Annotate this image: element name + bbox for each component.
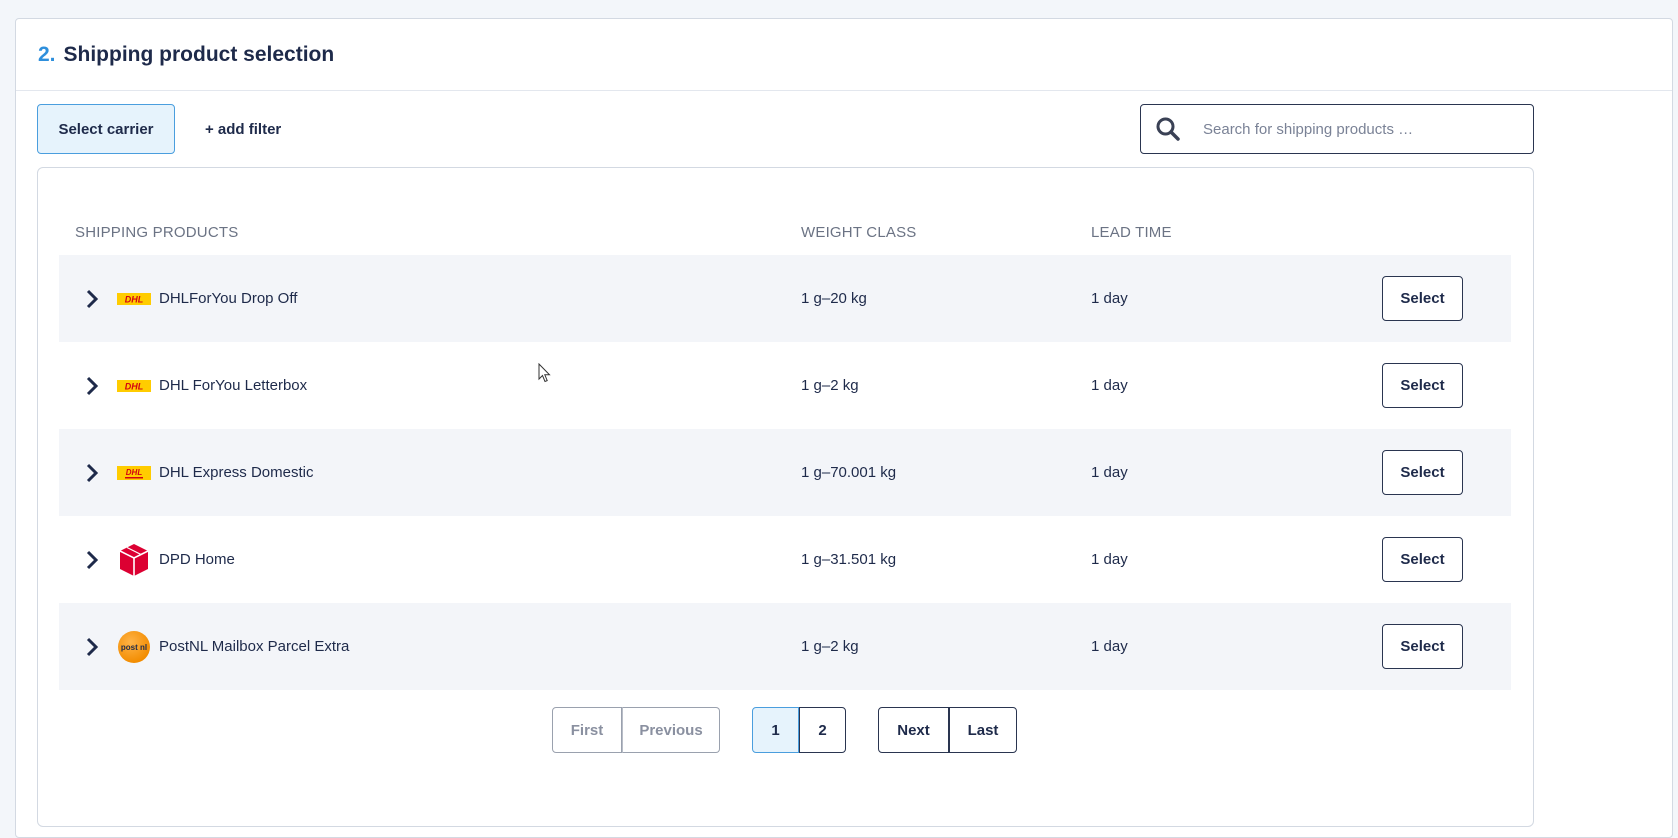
next-page-button[interactable]: Next xyxy=(878,707,949,753)
pagination: First Previous xyxy=(552,707,720,753)
panel-header: 2. Shipping product selection xyxy=(16,19,1672,91)
select-button[interactable]: Select xyxy=(1382,363,1463,408)
select-button[interactable]: Select xyxy=(1382,276,1463,321)
page-1-button[interactable]: 1 xyxy=(752,707,799,753)
dhl-logo-icon: DHL xyxy=(117,282,151,316)
weight-class: 1 g–20 kg xyxy=(801,290,867,307)
mouse-cursor-icon xyxy=(538,363,551,383)
select-button[interactable]: Select xyxy=(1382,450,1463,495)
weight-class: 1 g–31.501 kg xyxy=(801,551,897,568)
dhl-logo-text: DHL xyxy=(125,294,144,304)
dpd-logo-icon xyxy=(117,543,151,577)
weight-class: 1 g–2 kg xyxy=(801,638,859,655)
chevron-right-icon[interactable] xyxy=(85,375,99,397)
last-page-button[interactable]: Last xyxy=(949,707,1017,753)
postnl-logo-icon: post nl xyxy=(117,630,151,664)
column-header-shipping-products: SHIPPING PRODUCTS xyxy=(75,224,239,241)
product-name: DPD Home xyxy=(159,551,235,568)
search-box[interactable] xyxy=(1140,104,1534,154)
select-button[interactable]: Select xyxy=(1382,537,1463,582)
chevron-right-icon[interactable] xyxy=(85,549,99,571)
search-icon xyxy=(1156,117,1180,141)
dhl-logo-icon: DHL xyxy=(117,369,151,403)
column-header-weight-class: WEIGHT CLASS xyxy=(801,224,917,241)
select-button[interactable]: Select xyxy=(1382,624,1463,669)
step-number: 2. xyxy=(38,42,56,66)
product-name: DHLForYou Drop Off xyxy=(159,290,298,307)
select-carrier-button[interactable]: Select carrier xyxy=(37,104,175,154)
table-row: DHL DHL ForYou Letterbox 1 g–2 kg 1 day … xyxy=(59,342,1511,429)
lead-time: 1 day xyxy=(1091,377,1128,394)
table-body: DHL DHLForYou Drop Off 1 g–20 kg 1 day S… xyxy=(59,255,1511,690)
product-name: DHL ForYou Letterbox xyxy=(159,377,308,394)
first-page-button[interactable]: First xyxy=(552,707,622,753)
add-filter-button[interactable]: + add filter xyxy=(205,104,281,154)
weight-class: 1 g–2 kg xyxy=(801,377,859,394)
dhl-logo-text: DHL xyxy=(126,468,143,477)
lead-time: 1 day xyxy=(1091,551,1128,568)
page-title: Shipping product selection xyxy=(63,42,335,66)
lead-time: 1 day xyxy=(1091,464,1128,481)
previous-page-button[interactable]: Previous xyxy=(622,707,720,753)
chevron-right-icon[interactable] xyxy=(85,462,99,484)
lead-time: 1 day xyxy=(1091,638,1128,655)
table-row: DPD Home 1 g–31.501 kg 1 day Select xyxy=(59,516,1511,603)
table-row: post nl PostNL Mailbox Parcel Extra 1 g–… xyxy=(59,603,1511,690)
column-header-lead-time: LEAD TIME xyxy=(1091,224,1172,241)
table-row: DHL DHLForYou Drop Off 1 g–20 kg 1 day S… xyxy=(59,255,1511,342)
chevron-right-icon[interactable] xyxy=(85,288,99,310)
weight-class: 1 g–70.001 kg xyxy=(801,464,897,481)
search-input[interactable] xyxy=(1201,109,1521,149)
page-numbers: 1 2 xyxy=(752,707,846,753)
page-2-button[interactable]: 2 xyxy=(799,707,846,753)
lead-time: 1 day xyxy=(1091,290,1128,307)
filter-toolbar: Select carrier + add filter xyxy=(37,104,1534,154)
table-row: DHL DHL Express Domestic 1 g–70.001 kg 1… xyxy=(59,429,1511,516)
product-name: DHL Express Domestic xyxy=(159,464,314,481)
dhl-logo-text: DHL xyxy=(125,381,144,391)
product-name: PostNL Mailbox Parcel Extra xyxy=(159,638,350,655)
chevron-right-icon[interactable] xyxy=(85,636,99,658)
dhl-express-logo-icon: DHL xyxy=(117,456,151,490)
postnl-logo-text: post nl xyxy=(121,643,147,652)
next-last-group: Next Last xyxy=(878,707,1017,753)
